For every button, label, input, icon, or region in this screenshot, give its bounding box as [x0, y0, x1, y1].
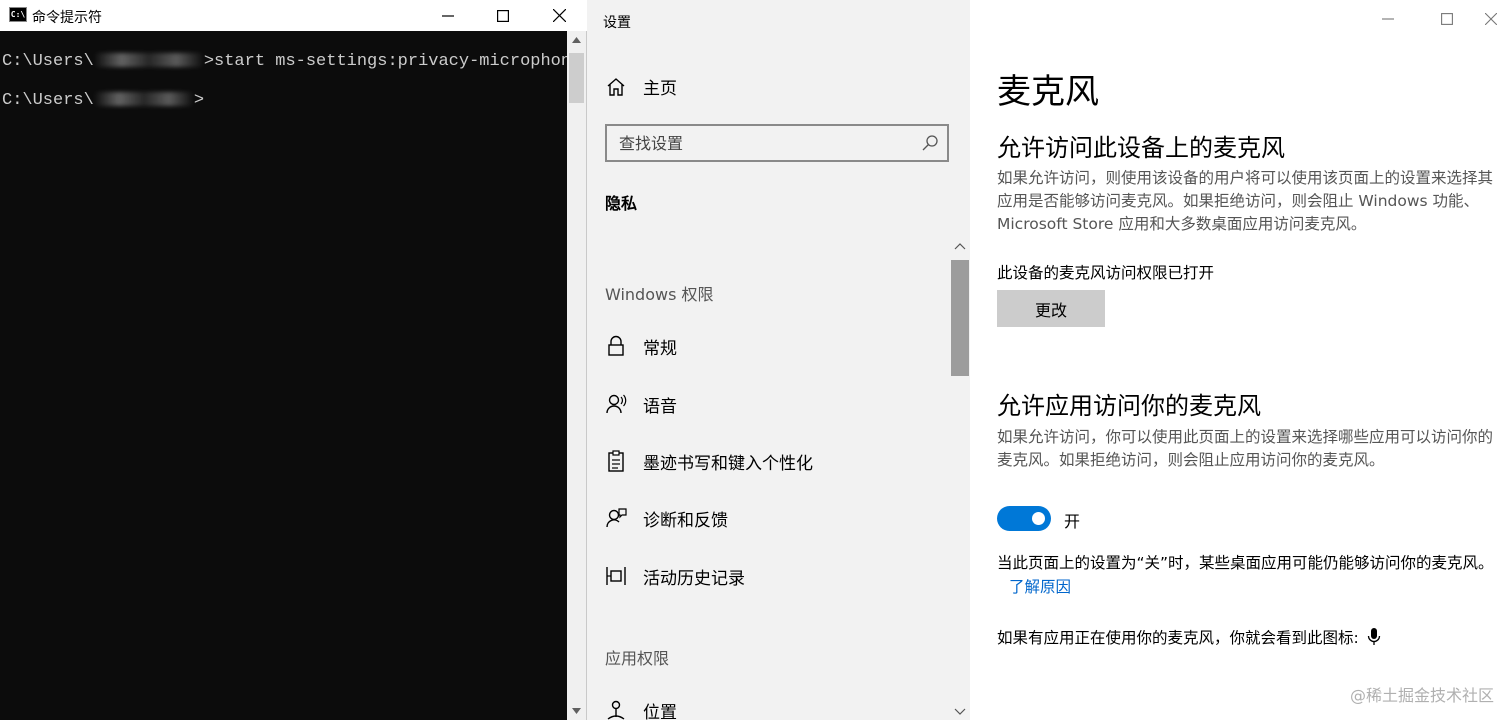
nav-home-label: 主页: [643, 79, 677, 99]
settings-nav-pane: 设置 主页 隐私 Windows 权限 常规 语音 墨迹书写和键入个性化: [587, 0, 970, 720]
minimize-icon: [1382, 18, 1394, 20]
cmd-scrollbar[interactable]: [567, 31, 586, 720]
close-icon: [552, 9, 566, 22]
cmd-console[interactable]: C:\Users\ >start ms-settings:privacy-micr…: [0, 31, 581, 720]
cmd-prompt: >: [193, 91, 205, 110]
group-label-apps: 应用权限: [605, 649, 670, 668]
home-icon: [607, 77, 625, 96]
nav-item-label: 诊断和反馈: [643, 510, 728, 531]
desktop-apps-note: 当此页面上的设置为“关”时，某些桌面应用可能仍能够访问你的麦克风。了解原因: [997, 551, 1502, 599]
nav-item-label: 活动历史记录: [643, 568, 745, 589]
device-access-status: 此设备的麦克风访问权限已打开: [997, 264, 1215, 282]
clipboard-icon: [605, 450, 627, 472]
cmd-window: C:\ 命令提示符 C:\Users\ >start ms-settings:pr…: [0, 0, 587, 720]
maximize-icon: [497, 9, 509, 22]
page-title: 麦克风: [997, 72, 1099, 112]
close-icon: [1485, 13, 1497, 25]
lock-icon: [605, 335, 627, 357]
nav-item-activity-history[interactable]: 活动历史记录: [605, 561, 745, 591]
cmd-line-command: C:\Users\ >start ms-settings:privacy-micr…: [2, 52, 581, 71]
feedback-icon: [605, 507, 627, 529]
cmd-line-prompt: C:\Users\ >: [2, 91, 204, 110]
nav-item-inking-typing[interactable]: 墨迹书写和键入个性化: [605, 446, 813, 476]
app-access-description: 如果允许访问，你可以使用此页面上的设置来选择哪些应用可以访问你的麦克风。如果拒绝…: [997, 428, 1494, 469]
nav-item-label: 位置: [643, 702, 677, 720]
group-label-windows: Windows 权限: [605, 285, 714, 304]
cmd-titlebar[interactable]: C:\ 命令提示符: [0, 0, 587, 31]
cmd-minimize-button[interactable]: [420, 0, 476, 31]
search-icon[interactable]: [921, 134, 939, 152]
nav-item-label: 语音: [643, 396, 677, 417]
cmd-app-icon: C:\: [9, 7, 27, 22]
mic-hint-text: 如果有应用正在使用你的麦克风，你就会看到此图标:: [997, 629, 1359, 647]
app-access-toggle[interactable]: [997, 506, 1051, 531]
cmd-path-prefix: C:\Users\: [2, 52, 94, 71]
cmd-window-title: 命令提示符: [32, 10, 102, 26]
scroll-down-icon[interactable]: [572, 708, 581, 714]
cmd-maximize-button[interactable]: [475, 0, 531, 31]
nav-scroll-thumb[interactable]: [951, 260, 969, 376]
nav-item-diagnostics[interactable]: 诊断和反馈: [605, 503, 728, 533]
nav-item-label: 墨迹书写和键入个性化: [643, 453, 813, 474]
watermark: @稀土掘金技术社区: [1349, 686, 1494, 705]
mic-indicator-hint: 如果有应用正在使用你的麦克风，你就会看到此图标:: [997, 626, 1381, 648]
location-icon: [605, 699, 627, 720]
settings-window-title: 设置: [603, 15, 631, 31]
nav-item-speech[interactable]: 语音: [605, 389, 677, 419]
toggle-state-label: 开: [1064, 512, 1081, 531]
cmd-scroll-thumb[interactable]: [569, 53, 584, 103]
redacted-username: [93, 92, 194, 106]
nav-item-general[interactable]: 常规: [605, 331, 677, 361]
microphone-icon: [1367, 628, 1380, 645]
nav-item-location[interactable]: 位置: [605, 695, 677, 720]
scroll-up-icon[interactable]: [572, 37, 581, 43]
nav-home-item[interactable]: 主页: [605, 74, 677, 99]
settings-maximize-button[interactable]: [1419, 0, 1475, 38]
cmd-command-text: >start ms-settings:privacy-microphone: [203, 52, 582, 71]
toggle-knob: [1032, 512, 1045, 525]
settings-minimize-button[interactable]: [1360, 0, 1416, 38]
settings-content-pane: 麦克风 允许访问此设备上的麦克风 如果允许访问，则使用该设备的用户将可以使用该页…: [970, 0, 1512, 720]
app-access-heading: 允许应用访问你的麦克风: [997, 392, 1261, 420]
scroll-down-icon[interactable]: [954, 708, 966, 716]
minimize-icon: [442, 14, 454, 17]
note-text: 当此页面上的设置为“关”时，某些桌面应用可能仍能够访问你的麦克风。: [997, 554, 1494, 572]
cmd-close-button[interactable]: [531, 0, 587, 31]
learn-why-link[interactable]: 了解原因: [1009, 578, 1071, 596]
speech-icon: [605, 393, 627, 415]
search-input[interactable]: [619, 126, 909, 160]
cmd-path-prefix: C:\Users\: [2, 91, 94, 110]
timeline-icon: [605, 565, 627, 587]
settings-close-button[interactable]: [1470, 0, 1512, 38]
scroll-up-icon[interactable]: [954, 242, 966, 250]
nav-scrollbar[interactable]: [951, 240, 969, 720]
device-access-description: 如果允许访问，则使用该设备的用户将可以使用该页面上的设置来选择其应用是否能够访问…: [997, 169, 1494, 233]
nav-item-label: 常规: [643, 338, 677, 359]
redacted-username: [93, 53, 204, 67]
device-access-heading: 允许访问此设备上的麦克风: [997, 134, 1285, 162]
maximize-icon: [1441, 13, 1453, 25]
section-title-privacy: 隐私: [605, 194, 638, 213]
settings-search-box[interactable]: [605, 124, 949, 162]
change-button[interactable]: 更改: [997, 290, 1105, 327]
